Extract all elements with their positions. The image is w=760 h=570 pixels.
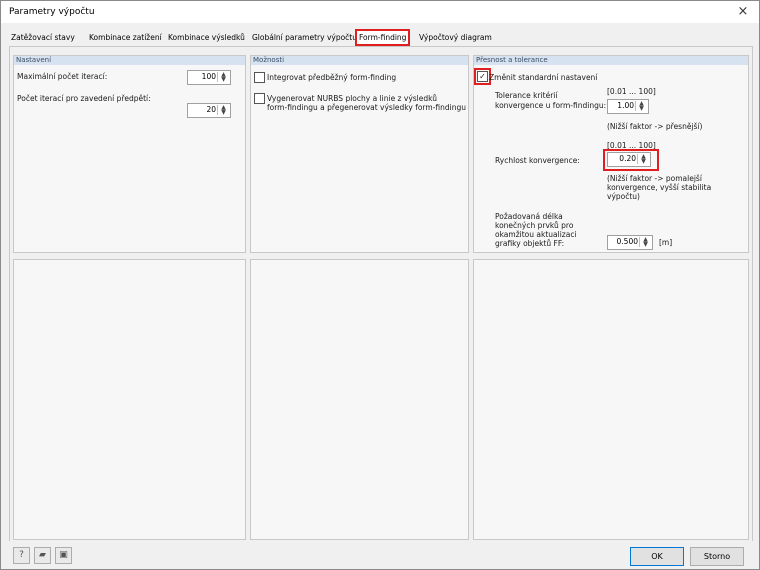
change-defaults-label: Změnit standardní nastavení <box>489 73 598 82</box>
options-panel: Možnosti Integrovat předběžný form-findi… <box>250 55 469 253</box>
precision-header: Přesnost a tolerance <box>474 56 748 65</box>
tolerance-hint: (Nižší faktor -> přesnější) <box>607 122 703 131</box>
integrate-label: Integrovat předběžný form-finding <box>267 73 397 82</box>
settings-header: Nastavení <box>14 56 245 65</box>
speed-hint-line1: (Nižší faktor -> pomalejší <box>607 174 702 183</box>
tolerance-range: [0.01 ... 100] <box>607 87 656 96</box>
tab-global-parameters[interactable]: Globální parametry výpočtu <box>250 31 359 44</box>
open-folder-icon[interactable]: ▰ <box>34 547 51 564</box>
tolerance-value: 1.00 <box>617 101 634 110</box>
max-iterations-value: 100 <box>201 72 216 81</box>
window-title: Parametry výpočtu <box>9 7 95 17</box>
spinner-arrows-icon[interactable]: ▲ ▼ <box>639 237 651 248</box>
nurbs-checkbox[interactable] <box>254 93 265 104</box>
tolerance-label-line1: Tolerance kritérií <box>495 91 558 100</box>
cancel-button[interactable]: Storno <box>690 547 744 566</box>
lower-middle-panel <box>250 259 469 540</box>
title-bar: Parametry výpočtu × <box>1 1 759 23</box>
length-label-line1: Požadovaná délka <box>495 212 563 221</box>
length-unit: [m] <box>659 238 673 247</box>
tab-form-finding[interactable]: Form-finding <box>355 29 411 46</box>
lower-right-panel <box>473 259 749 540</box>
length-label-line3: okamžitou aktualizaci <box>495 230 577 239</box>
length-spinner[interactable]: 0.500 ▲ ▼ <box>607 235 653 250</box>
spinner-arrows-icon[interactable]: ▲ ▼ <box>217 105 229 116</box>
speed-value: 0.20 <box>619 154 636 163</box>
length-label-line4: grafiky objektů FF: <box>495 239 565 248</box>
max-iterations-spinner[interactable]: 100 ▲ ▼ <box>187 70 231 85</box>
change-defaults-checkbox[interactable]: ✓ <box>477 71 488 82</box>
prestress-iterations-value: 20 <box>206 105 216 114</box>
spinner-arrows-icon[interactable]: ▲ ▼ <box>635 101 647 112</box>
nurbs-label-line2: form-findingu a přegenerovat výsledky fo… <box>267 103 466 112</box>
integrate-checkbox[interactable] <box>254 72 265 83</box>
lower-left-panel <box>13 259 246 540</box>
speed-spinner[interactable]: 0.20 ▲ ▼ <box>607 152 651 167</box>
speed-hint-line3: výpočtu) <box>607 192 640 201</box>
tab-load-cases[interactable]: Zatěžovací stavy <box>9 31 77 44</box>
prestress-iterations-spinner[interactable]: 20 ▲ ▼ <box>187 103 231 118</box>
tab-calculation-diagram[interactable]: Výpočtový diagram <box>417 31 494 44</box>
save-icon[interactable]: ▣ <box>55 547 72 564</box>
close-icon[interactable]: × <box>735 4 751 20</box>
nurbs-label-line1: Vygenerovat NURBS plochy a linie z výsle… <box>267 94 437 103</box>
tab-load-combinations[interactable]: Kombinace zatížení <box>87 31 164 44</box>
tolerance-label-line2: konvergence u form-findingu: <box>495 101 607 110</box>
length-label-line2: konečných prvků pro <box>495 221 574 230</box>
tolerance-spinner[interactable]: 1.00 ▲ ▼ <box>607 99 649 114</box>
help-icon[interactable]: ? <box>13 547 30 564</box>
speed-hint-line2: konvergence, vyšší stabilita <box>607 183 712 192</box>
ok-button[interactable]: OK <box>630 547 684 566</box>
precision-panel: Přesnost a tolerance ✓ Změnit standardní… <box>473 55 749 253</box>
options-header: Možnosti <box>251 56 468 65</box>
tab-result-combinations[interactable]: Kombinace výsledků <box>166 31 247 44</box>
bottom-bar: ? ▰ ▣ OK Storno <box>1 541 759 569</box>
max-iterations-label: Maximální počet iterací: <box>17 72 108 81</box>
tab-content: Nastavení Maximální počet iterací: 100 ▲… <box>9 46 753 543</box>
spinner-arrows-icon[interactable]: ▲ ▼ <box>217 72 229 83</box>
settings-panel: Nastavení Maximální počet iterací: 100 ▲… <box>13 55 246 253</box>
dialog-window: Parametry výpočtu × Zatěžovací stavy Kom… <box>0 0 760 570</box>
speed-label: Rychlost konvergence: <box>495 156 580 165</box>
spinner-arrows-icon[interactable]: ▲ ▼ <box>637 154 649 165</box>
prestress-iterations-label: Počet iterací pro zavedení předpětí: <box>17 94 151 103</box>
length-value: 0.500 <box>616 237 638 246</box>
